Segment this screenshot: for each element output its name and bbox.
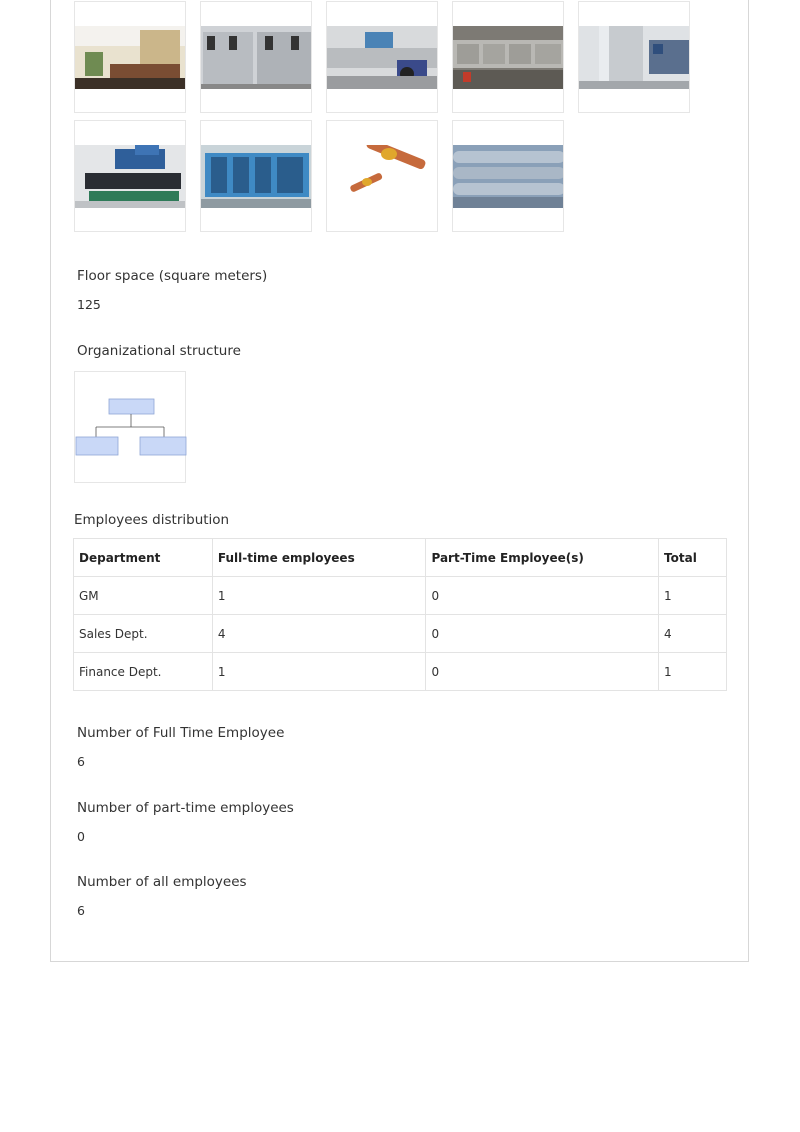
table-row: Sales Dept. 4 0 4 [73,614,727,653]
compressor-unit-photo [75,145,185,208]
all-employees-value: 6 [77,903,85,918]
condenser-tubes-photo [453,145,563,208]
table-cell: 4 [211,614,427,653]
table-cell: Finance Dept. [73,652,213,691]
ice-machine-units-photo [201,26,311,89]
part-time-label: Number of part-time employees [77,800,294,816]
gallery-image-5[interactable] [578,1,690,113]
table-cell: 1 [211,576,427,615]
table-cell: 0 [425,614,660,653]
column-header-part-time: Part-Time Employee(s) [425,538,660,577]
org-structure-label: Organizational structure [77,343,241,359]
gallery-image-6[interactable] [74,120,186,232]
org-chart-thumbnail[interactable] [74,371,187,483]
table-cell: 0 [425,652,660,691]
floor-space-label: Floor space (square meters) [77,268,268,284]
gallery-image-8[interactable] [326,120,438,232]
gallery-image-2[interactable] [200,1,312,113]
ice-plant-photo [327,26,437,89]
refrigeration-rack-photo [201,145,311,208]
employees-distribution-label: Employees distribution [74,512,230,528]
brass-valve-photo [327,145,437,208]
table-header-row: Department Full-time employees Part-Time… [73,538,727,577]
all-employees-label: Number of all employees [77,874,247,890]
table-row: GM 1 0 1 [73,576,727,615]
column-header-full-time: Full-time employees [211,538,427,577]
org-chart-diagram [75,398,187,456]
table-cell: 1 [658,576,727,615]
flake-ice-tank-photo [579,26,689,89]
table-cell: 1 [211,652,427,691]
gallery-image-3[interactable] [326,1,438,113]
full-time-value: 6 [77,754,85,769]
full-time-label: Number of Full Time Employee [77,725,285,741]
office-room-photo [75,26,185,89]
gallery-image-9[interactable] [452,120,564,232]
column-header-total: Total [658,538,727,577]
table-cell: Sales Dept. [73,614,213,653]
table-row: Finance Dept. 1 0 1 [73,652,727,691]
employees-distribution-table: Department Full-time employees Part-Time… [73,538,727,691]
table-cell: GM [73,576,213,615]
ice-machine-row-photo [453,26,563,89]
floor-space-value: 125 [77,297,101,312]
part-time-value: 0 [77,829,85,844]
gallery-image-4[interactable] [452,1,564,113]
table-cell: 4 [658,614,727,653]
table-cell: 0 [425,576,660,615]
column-header-department: Department [73,538,213,577]
gallery-image-1[interactable] [74,1,186,113]
gallery-image-7[interactable] [200,120,312,232]
table-cell: 1 [658,652,727,691]
